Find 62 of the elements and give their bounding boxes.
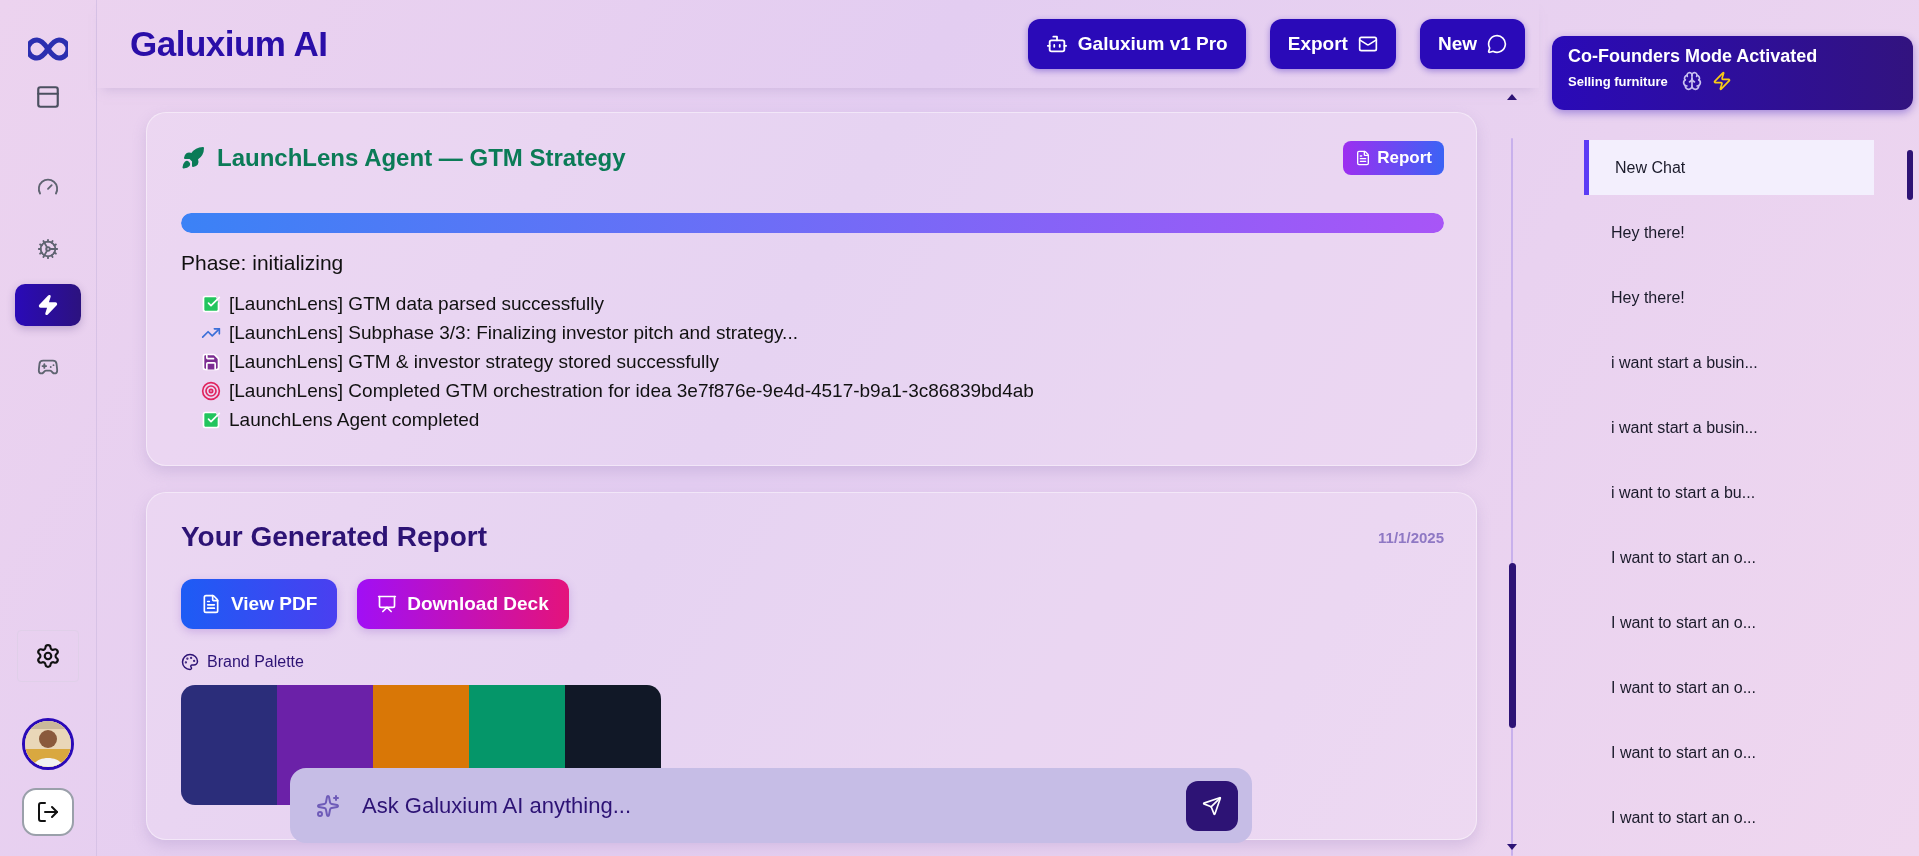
window-icon[interactable] (35, 84, 61, 110)
send-button[interactable] (1186, 780, 1238, 831)
envelope-icon (1357, 34, 1378, 54)
header-button[interactable]: Export (1269, 19, 1396, 69)
header-button[interactable]: Galuxium v1 Pro (1027, 19, 1246, 69)
scrollbar-thumb[interactable] (1907, 150, 1913, 200)
settings-button[interactable] (17, 630, 79, 682)
log-line: [LaunchLens] GTM & investor strategy stored successfully (229, 351, 719, 373)
bolt-icon (37, 294, 59, 316)
nav-button[interactable] (15, 284, 81, 326)
log-line: [LaunchLens] GTM data parsed successfully (229, 293, 604, 315)
download-deck-button[interactable]: Download Deck (357, 579, 569, 629)
chat-item[interactable]: I want to start an o... (1584, 530, 1874, 585)
phase-label: Phase: initializing (181, 251, 345, 275)
chat-item[interactable]: i want start a busin... (1584, 400, 1874, 455)
robot-icon (1045, 33, 1068, 55)
brain-icon (1681, 71, 1702, 91)
check-icon (201, 294, 221, 314)
header-button[interactable]: New (1419, 19, 1525, 69)
message-input[interactable]: Ask Galuxium AI anything... (360, 791, 1166, 820)
presentation-icon (377, 594, 398, 614)
target-icon (201, 381, 221, 401)
logout-button[interactable] (22, 788, 74, 836)
settings-icon (35, 643, 61, 669)
document-icon (1355, 150, 1372, 166)
send-icon (1202, 795, 1222, 816)
log-line: [LaunchLens] Subphase 3/3: Finalizing investor pitch and strategy... (229, 322, 798, 344)
report-button[interactable]: Report (1343, 141, 1444, 175)
view-pdf-button[interactable]: View PDF (181, 579, 338, 629)
gears-icon (37, 238, 59, 260)
rocket-icon (181, 146, 205, 170)
chat-item[interactable]: i want to start a bu... (1584, 465, 1874, 520)
chat-item[interactable]: New Chat (1584, 140, 1874, 195)
chat-item[interactable]: I want to start an o... (1584, 660, 1874, 715)
report-date: 11/1/2025 (1378, 528, 1444, 546)
floppy-icon (201, 352, 221, 372)
chat-item[interactable]: I want to start an o... (1584, 790, 1874, 845)
agent-title: LaunchLens Agent — GTM Strategy (217, 144, 627, 172)
chat-icon (1487, 34, 1507, 54)
chat-item[interactable]: Hey there! (1584, 270, 1874, 325)
check-icon (201, 410, 221, 430)
infinity-logo (28, 36, 68, 62)
sparkles-icon (316, 793, 340, 818)
app-title: Galuxium AI (130, 24, 329, 64)
document-icon (201, 594, 221, 614)
message-field[interactable]: Ask Galuxium AI anything... (290, 768, 1252, 843)
palette-label: Brand Palette (207, 653, 304, 671)
scrollbar-thumb[interactable] (1509, 563, 1516, 728)
logout-icon (36, 800, 60, 824)
bolt-icon (1711, 71, 1732, 91)
mode-subtitle: Selling furniture (1568, 73, 1668, 89)
palette-icon (181, 653, 199, 671)
chat-item[interactable]: i want start a busin... (1584, 335, 1874, 390)
report-title: Your Generated Report (181, 521, 488, 553)
log-line: LaunchLens Agent completed (229, 409, 480, 431)
mode-title: Co-Founders Mode Activated (1568, 46, 1819, 67)
chat-item[interactable]: I want to start an o... (1584, 725, 1874, 780)
chat-item[interactable]: Hey there! (1584, 205, 1874, 260)
scroll-up-icon[interactable] (1507, 94, 1517, 100)
log-line: [LaunchLens] Completed GTM orchestration for idea 3e7f876e-9e4d-4517-b9a1-3c86839bd4ab (229, 380, 1034, 402)
scroll-down-icon[interactable] (1507, 844, 1517, 850)
chat-item[interactable]: I want to start an o... (1584, 595, 1874, 650)
